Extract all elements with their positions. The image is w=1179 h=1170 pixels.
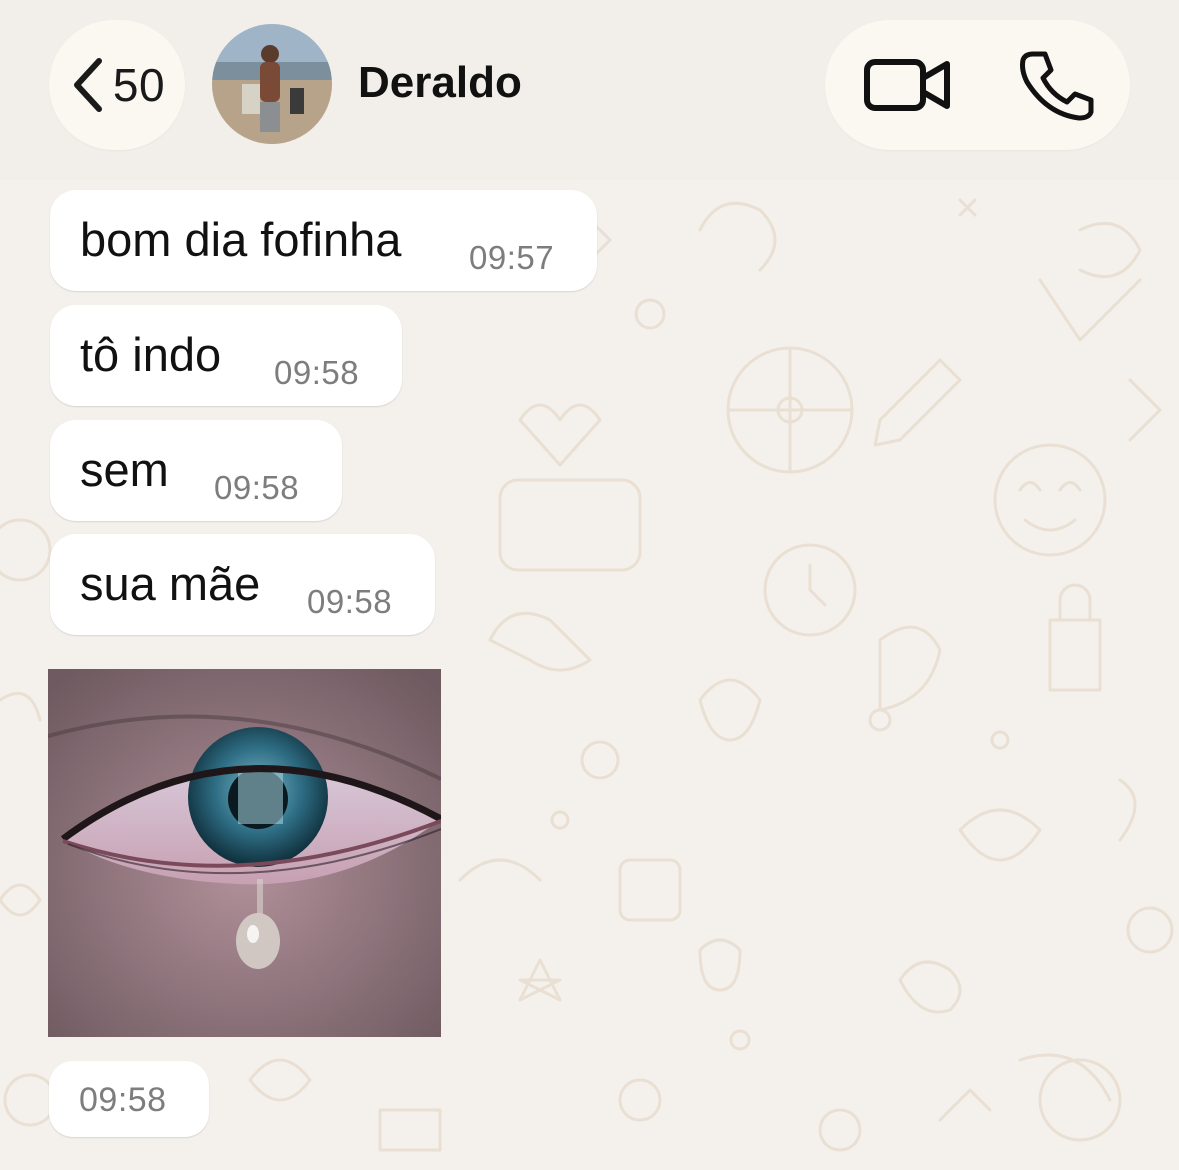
message-bubble[interactable]: tô indo 09:58 [50,305,402,406]
contact-avatar-photo [212,24,332,144]
message-time: 09:58 [307,583,393,620]
message-time: 09:58 [214,469,300,506]
message-text: sem [80,443,169,496]
message-text: sua mãe [80,557,261,610]
image-message[interactable] [48,669,441,1037]
contact-avatar[interactable] [212,24,332,144]
message-time: 09:58 [79,1081,167,1119]
message-time: 09:57 [469,239,555,276]
message-bubble[interactable]: bom dia fofinha 09:57 [50,190,597,291]
message-time: 09:58 [274,354,360,391]
phone-icon[interactable] [1017,48,1097,122]
call-actions [825,20,1130,150]
unread-count: 50 [112,59,166,111]
image-timestamp-bubble: 09:58 [49,1061,209,1137]
contact-name[interactable]: Deraldo [358,58,522,108]
crying-eye-photo [48,669,441,1037]
video-camera-icon[interactable] [863,50,953,120]
back-button[interactable]: 50 [49,20,185,150]
message-bubble[interactable]: sua mãe 09:58 [50,534,435,635]
message-text: bom dia fofinha [80,213,402,266]
message-bubble[interactable]: sem 09:58 [50,420,342,521]
message-text: tô indo [80,328,222,381]
chevron-left-icon [73,58,102,112]
